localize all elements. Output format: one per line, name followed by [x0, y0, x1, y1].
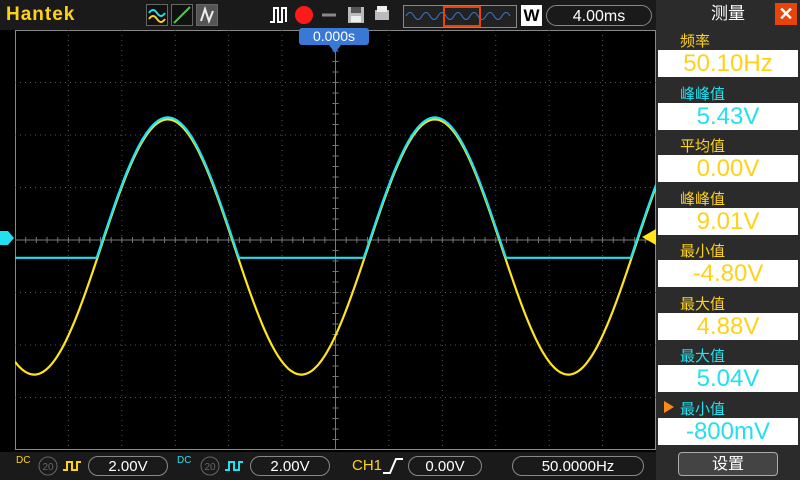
waveform-display[interactable] [14, 29, 658, 451]
waveform-svg [14, 29, 658, 451]
top-bar: Hantek W 4.00ms [0, 0, 656, 30]
measurement-item[interactable]: 频率 50.10Hz [658, 28, 798, 80]
persistence-icon[interactable] [196, 4, 218, 26]
xy-mode-icon[interactable] [171, 4, 193, 26]
settings-button[interactable]: 设置 [678, 452, 778, 476]
measurement-value: 5.04V [658, 365, 798, 392]
measurement-value: 0.00V [658, 155, 798, 182]
bottom-bar: DC 20 2.00V DC 20 2.00V CH1 0.00V 50.000… [0, 452, 656, 480]
ch2-bw-limit-icon[interactable]: 20 [200, 456, 220, 476]
close-button[interactable]: ✕ [775, 3, 797, 25]
ch-ground-marker-icon[interactable] [0, 231, 14, 245]
measurement-item[interactable]: 平均值 0.00V [658, 133, 798, 185]
trigger-position-marker-icon [329, 45, 341, 53]
measurement-item[interactable]: 最大值 5.04V [658, 343, 798, 395]
measurement-value: 5.43V [658, 102, 798, 130]
measurement-label: 峰峰值 [680, 190, 726, 208]
acquisition-mode-label[interactable]: W [521, 5, 542, 26]
print-icon[interactable] [371, 4, 393, 26]
ch1-coupling-label[interactable]: DC [16, 455, 30, 466]
measurement-label: 峰峰值 [680, 85, 726, 103]
measurement-value: -800mV [658, 417, 798, 445]
measurement-label: 频率 [680, 33, 711, 50]
brand-logo: Hantek [6, 4, 76, 25]
save-icon[interactable] [345, 4, 367, 26]
waveform-mode-icon[interactable] [146, 4, 168, 26]
measurement-item[interactable]: 峰峰值 5.43V [658, 81, 798, 133]
svg-text:20: 20 [42, 462, 54, 473]
trigger-frequency[interactable]: 50.0000Hz [512, 456, 644, 476]
measurement-label: 平均值 [680, 138, 726, 155]
measurement-value: 9.01V [658, 207, 798, 235]
svg-text:20: 20 [204, 462, 216, 473]
ch1-scale[interactable]: 2.00V [88, 456, 168, 476]
measurement-label: 最大值 [680, 295, 726, 313]
measurement-label: 最小值 [680, 400, 726, 418]
ch2-scale[interactable]: 2.00V [250, 456, 330, 476]
measurement-item[interactable]: 最小值 -800mV [658, 396, 798, 448]
memory-overview[interactable] [403, 5, 517, 28]
ch2-invert-icon[interactable] [224, 458, 244, 474]
measurement-value: -4.80V [658, 260, 798, 287]
ch2-coupling-label[interactable]: DC [177, 455, 191, 466]
measurement-item[interactable]: 峰峰值 9.01V [658, 186, 798, 238]
trigger-level[interactable]: 0.00V [408, 456, 482, 476]
measurement-panel: 测量 ✕ 频率 50.10Hz 峰峰值 5.43V 平均值 0.00V 峰峰值 9.01V 最小… [656, 0, 800, 480]
trigger-edge-icon[interactable] [268, 4, 290, 26]
timebase-value[interactable]: 4.00ms [546, 5, 652, 26]
ch1-invert-icon[interactable] [62, 458, 82, 474]
dropper-icon[interactable] [318, 4, 340, 26]
ch1-bw-limit-icon[interactable]: 20 [38, 456, 58, 476]
rising-edge-icon[interactable] [382, 457, 404, 475]
measurement-value: 4.88V [658, 312, 798, 340]
trigger-level-marker-icon[interactable] [642, 229, 656, 245]
measurement-label: 最大值 [680, 348, 726, 365]
measurement-item[interactable]: 最小值 -4.80V [658, 238, 798, 290]
selected-arrow-icon [664, 400, 674, 413]
measurement-value: 50.10Hz [658, 50, 798, 77]
measurement-label: 最小值 [680, 243, 726, 260]
measurement-item[interactable]: 最大值 4.88V [658, 291, 798, 343]
trigger-position-badge[interactable]: 0.000s [299, 28, 369, 45]
record-icon[interactable] [293, 4, 315, 26]
trigger-source[interactable]: CH1 [352, 457, 382, 474]
